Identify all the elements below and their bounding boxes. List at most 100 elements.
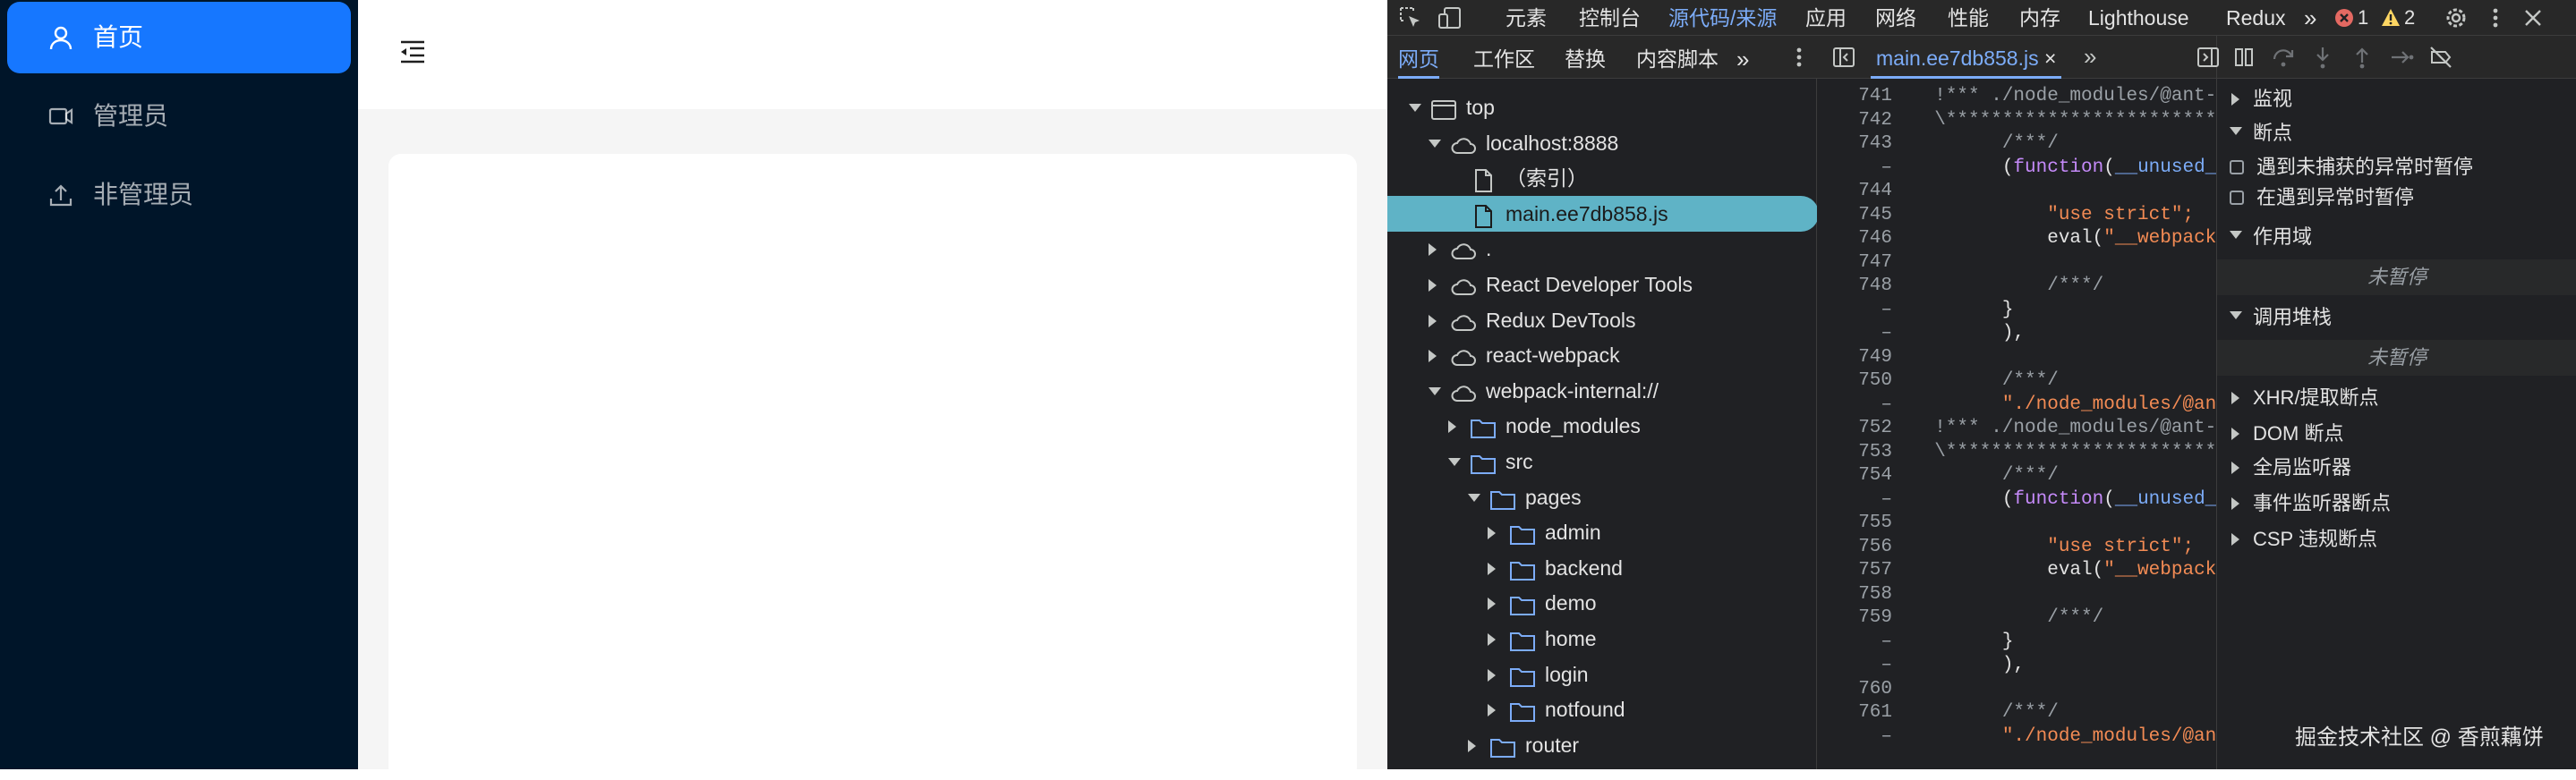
deactivate-breakpoints-icon[interactable] <box>2428 45 2453 70</box>
tab-application[interactable]: 应用 <box>1805 0 1847 36</box>
line-number[interactable]: 750 <box>1817 369 1892 394</box>
toggle-debugger-icon[interactable] <box>2196 45 2221 70</box>
code-line[interactable]: 744 <box>1817 179 2216 204</box>
editor-tab-file[interactable]: main.ee7db858.js × <box>1871 36 2062 79</box>
settings-gear-icon[interactable] <box>2444 5 2469 30</box>
collapsed-arrow-icon[interactable] <box>1488 704 1496 717</box>
tree-item[interactable]: Redux DevTools <box>1387 302 1817 338</box>
code-line[interactable]: 747 <box>1817 250 2216 276</box>
line-number[interactable]: 759 <box>1817 606 1892 631</box>
step-over-icon[interactable] <box>2271 45 2296 70</box>
expanded-arrow-icon[interactable] <box>1409 104 1421 112</box>
collapsed-arrow-icon[interactable] <box>1488 562 1496 575</box>
menu-item-admin[interactable]: 管理员 <box>7 81 351 152</box>
tree-item[interactable]: react-webpack <box>1387 337 1817 373</box>
code-line[interactable]: 758 <box>1817 582 2216 607</box>
tree-item[interactable]: admin <box>1387 514 1817 550</box>
code-line[interactable]: 741 !*** ./node_modules/@ant-d <box>1817 84 2216 109</box>
code-line[interactable]: 750 /***/ <box>1817 369 2216 394</box>
expanded-arrow-icon[interactable] <box>1448 458 1461 466</box>
line-number[interactable]: 754 <box>1817 463 1892 488</box>
code-line[interactable]: – "./node_modules/@ant <box>1817 725 2216 750</box>
line-number[interactable]: 760 <box>1817 677 1892 702</box>
step-icon[interactable] <box>2389 45 2414 70</box>
line-number[interactable]: – <box>1817 488 1892 513</box>
code-line[interactable]: 752 !*** ./node_modules/@ant-d <box>1817 416 2216 441</box>
step-out-icon[interactable] <box>2350 45 2375 70</box>
tab-lighthouse[interactable]: Lighthouse <box>2088 0 2189 36</box>
navigator-more-icon[interactable] <box>1787 45 1812 70</box>
line-number[interactable]: 744 <box>1817 179 1892 204</box>
tree-item[interactable]: node_modules <box>1387 408 1817 444</box>
collapsed-arrow-icon[interactable] <box>1429 243 1437 257</box>
navigator-tab-overrides[interactable]: 替换 <box>1565 36 1606 79</box>
line-number[interactable]: 746 <box>1817 226 1892 251</box>
code-line[interactable]: 757 eval("__webpack_ <box>1817 558 2216 583</box>
collapsed-arrow-icon[interactable] <box>1429 279 1437 292</box>
collapsed-arrow-icon[interactable] <box>1468 739 1476 752</box>
pause-uncaught-checkbox[interactable]: 遇到未捕获的异常时暂停 <box>2217 152 2576 182</box>
tree-item[interactable]: localhost:8888 <box>1387 125 1817 161</box>
line-number[interactable]: 745 <box>1817 203 1892 228</box>
navigator-tab-workspace[interactable]: 工作区 <box>1473 36 1535 79</box>
code-line[interactable]: 746 eval("__webpack_ <box>1817 226 2216 251</box>
section-global-listeners[interactable]: 全局监听器 <box>2217 451 2576 485</box>
section-call-stack[interactable]: 调用堆栈 <box>2217 301 2576 335</box>
line-number[interactable]: 761 <box>1817 700 1892 725</box>
menu-fold-icon[interactable] <box>399 39 426 64</box>
tree-item[interactable]: src <box>1387 444 1817 479</box>
pause-caught-checkbox[interactable]: 在遇到异常时暂停 <box>2217 182 2576 213</box>
code-line[interactable]: – (function(__unused_w <box>1817 156 2216 181</box>
tree-item[interactable]: . <box>1387 231 1817 267</box>
line-number[interactable]: 753 <box>1817 440 1892 465</box>
line-number[interactable]: 758 <box>1817 582 1892 607</box>
navigator-tab-page[interactable]: 网页 <box>1398 36 1439 79</box>
line-number[interactable]: 752 <box>1817 416 1892 441</box>
more-navigator-tabs-chevron-icon[interactable]: » <box>1736 36 1749 79</box>
expanded-arrow-icon[interactable] <box>1429 139 1441 148</box>
section-watch[interactable]: 监视 <box>2217 82 2576 116</box>
code-line[interactable]: 760 <box>1817 677 2216 702</box>
toggle-navigator-icon[interactable] <box>1831 45 1856 70</box>
menu-item-non-admin[interactable]: 非管理员 <box>7 159 351 231</box>
line-number[interactable]: – <box>1817 321 1892 346</box>
collapsed-arrow-icon[interactable] <box>1488 668 1496 682</box>
line-number[interactable]: – <box>1817 653 1892 678</box>
error-badge[interactable]: 1 <box>2334 4 2368 32</box>
tree-item[interactable]: main.ee7db858.js <box>1387 195 1817 232</box>
line-number[interactable]: 749 <box>1817 345 1892 370</box>
section-event-listener-breakpoints[interactable]: 事件监听器断点 <box>2217 487 2576 521</box>
line-number[interactable]: 742 <box>1817 108 1892 133</box>
collapsed-arrow-icon[interactable] <box>1448 420 1456 434</box>
section-breakpoints[interactable]: 断点 <box>2217 116 2576 150</box>
more-options-icon[interactable] <box>2483 5 2508 30</box>
code-line[interactable]: 748 /***/ <box>1817 274 2216 299</box>
code-line[interactable]: 755 <box>1817 511 2216 536</box>
collapsed-arrow-icon[interactable] <box>1488 598 1496 611</box>
line-number[interactable]: – <box>1817 725 1892 750</box>
tree-item[interactable]: home <box>1387 621 1817 657</box>
tree-item[interactable]: top <box>1387 89 1817 125</box>
code-line[interactable]: 756 "use strict"; <box>1817 535 2216 560</box>
code-line[interactable]: 761 /***/ <box>1817 700 2216 725</box>
code-line[interactable]: 749 <box>1817 345 2216 370</box>
code-line[interactable]: 742 \************************* <box>1817 108 2216 133</box>
tab-performance[interactable]: 性能 <box>1948 0 1989 36</box>
tree-item[interactable]: notfound <box>1387 691 1817 727</box>
close-tab-icon[interactable]: × <box>2044 47 2056 70</box>
line-number[interactable]: 741 <box>1817 84 1892 109</box>
tree-item[interactable]: React Developer Tools <box>1387 267 1817 302</box>
section-xhr-breakpoints[interactable]: XHR/提取断点 <box>2217 381 2576 415</box>
line-number[interactable]: – <box>1817 298 1892 323</box>
tab-console[interactable]: 控制台 <box>1579 0 1641 36</box>
collapsed-arrow-icon[interactable] <box>1429 314 1437 327</box>
code-line[interactable]: 759 /***/ <box>1817 606 2216 631</box>
line-number[interactable]: – <box>1817 156 1892 181</box>
tree-item[interactable]: pages <box>1387 479 1817 515</box>
code-line[interactable]: 753 \************************* <box>1817 440 2216 465</box>
line-number[interactable]: 756 <box>1817 535 1892 560</box>
code-line[interactable]: – "./node_modules/@ant <box>1817 393 2216 418</box>
navigator-tab-content-scripts[interactable]: 内容脚本 <box>1636 36 1719 79</box>
line-number[interactable]: – <box>1817 630 1892 655</box>
collapsed-arrow-icon[interactable] <box>1429 350 1437 363</box>
